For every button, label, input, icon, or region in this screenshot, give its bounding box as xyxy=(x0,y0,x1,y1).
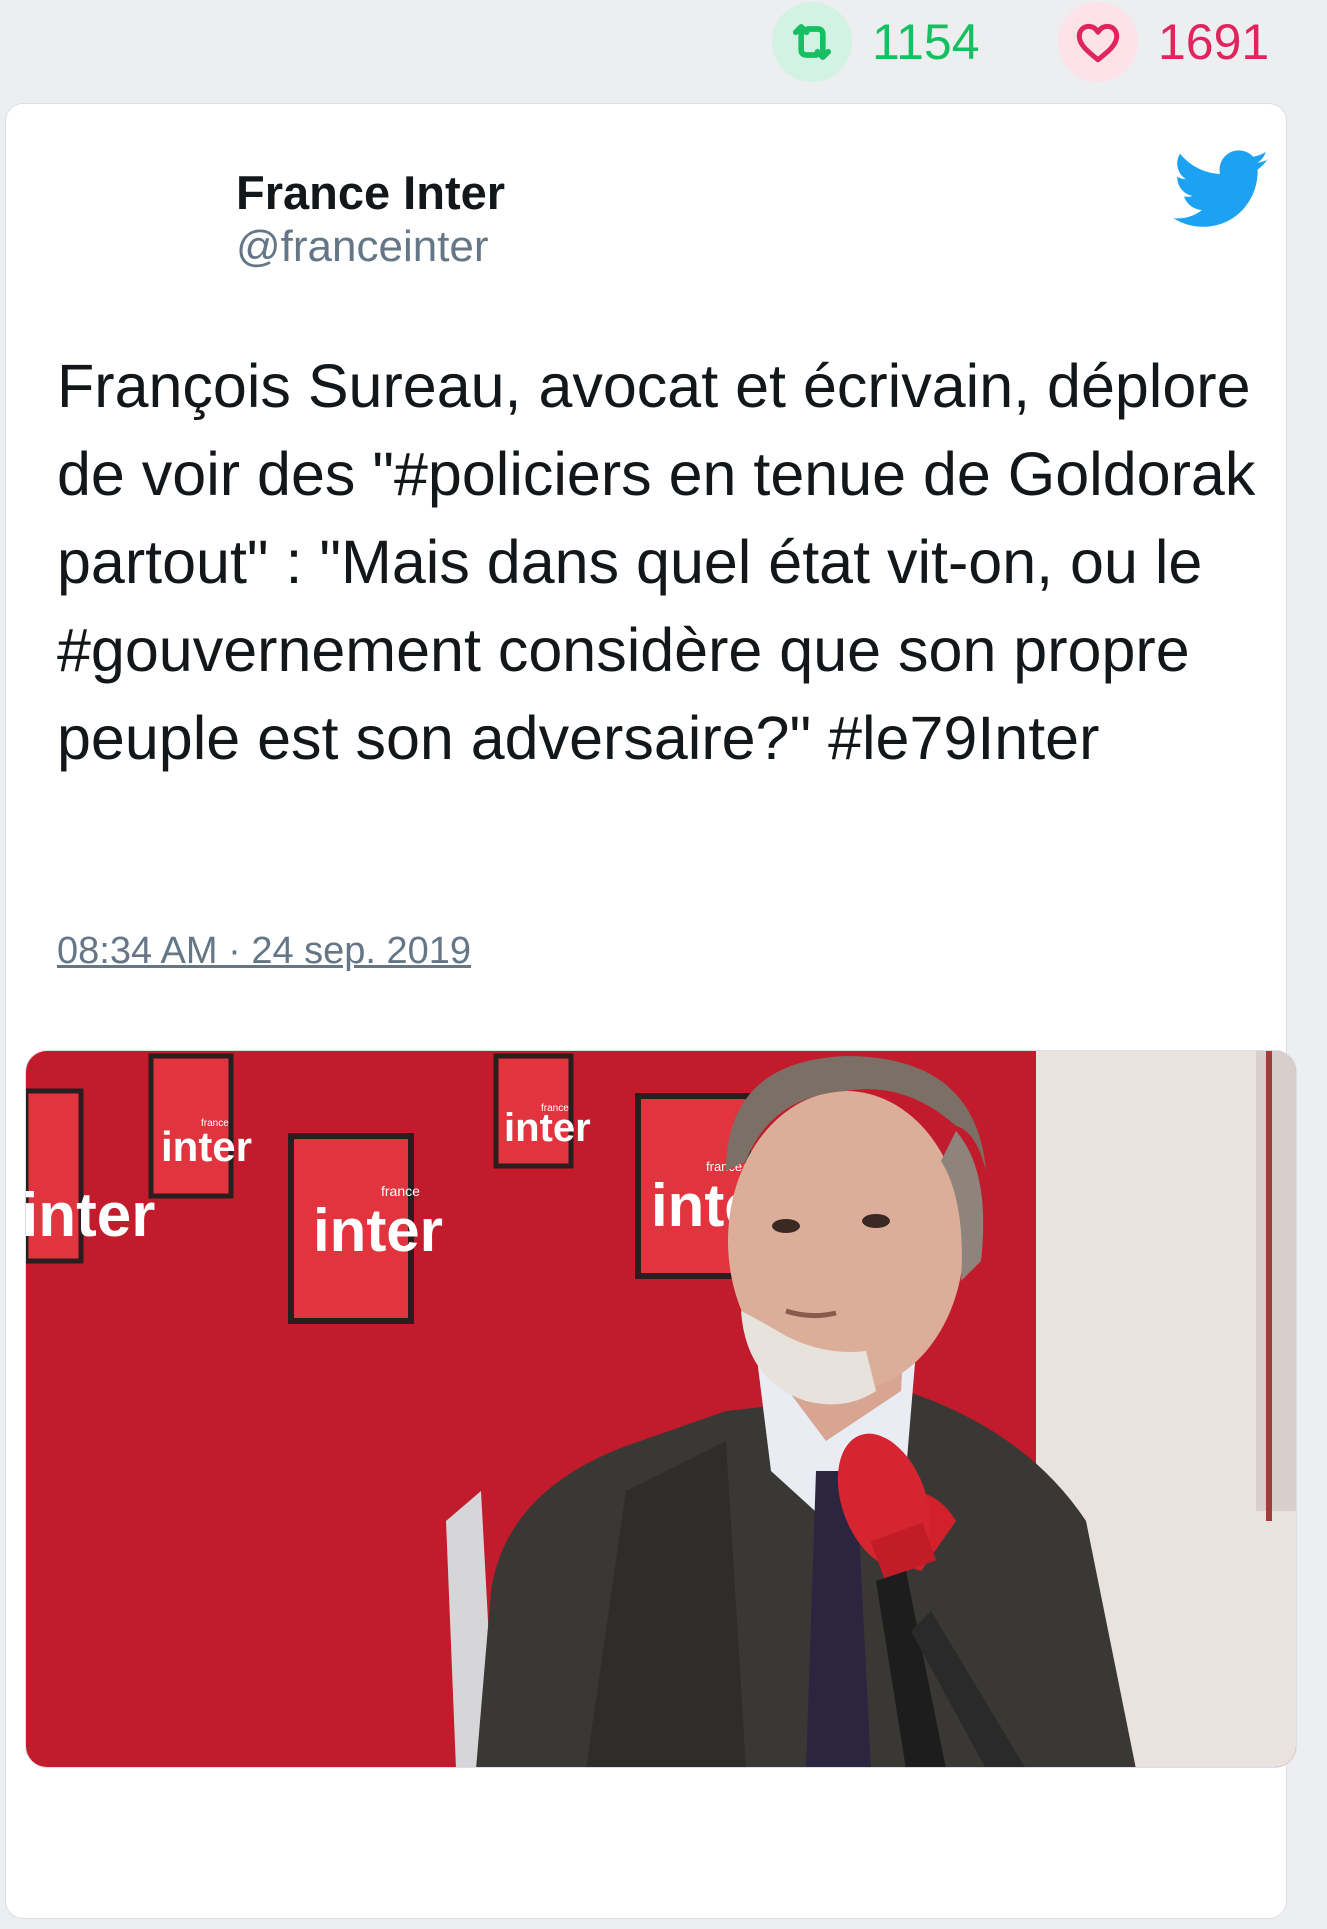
svg-text:inter: inter xyxy=(161,1123,252,1170)
svg-text:inter: inter xyxy=(313,1197,443,1264)
tweet-media-image[interactable]: inter france inter france inter france i… xyxy=(25,1050,1297,1768)
author-name[interactable]: France Inter xyxy=(236,165,505,220)
twitter-bird-icon[interactable] xyxy=(1173,150,1270,230)
retweet-count: 1154 xyxy=(872,14,980,70)
svg-text:inter: inter xyxy=(26,1181,155,1250)
retweet-icon xyxy=(772,2,852,82)
author-handle[interactable]: @franceinter xyxy=(236,222,489,272)
like-count: 1691 xyxy=(1158,14,1270,70)
like-stat[interactable]: 1691 xyxy=(1058,2,1270,82)
retweet-stat[interactable]: 1154 xyxy=(772,2,980,82)
tweet-timestamp[interactable]: 08:34 AM · 24 sep. 2019 xyxy=(57,930,471,973)
svg-text:inter: inter xyxy=(504,1106,591,1150)
tweet-text: François Sureau, avocat et écrivain, dép… xyxy=(57,352,1256,772)
engagement-bar: 1154 1691 xyxy=(0,0,1327,100)
heart-icon xyxy=(1058,2,1138,82)
